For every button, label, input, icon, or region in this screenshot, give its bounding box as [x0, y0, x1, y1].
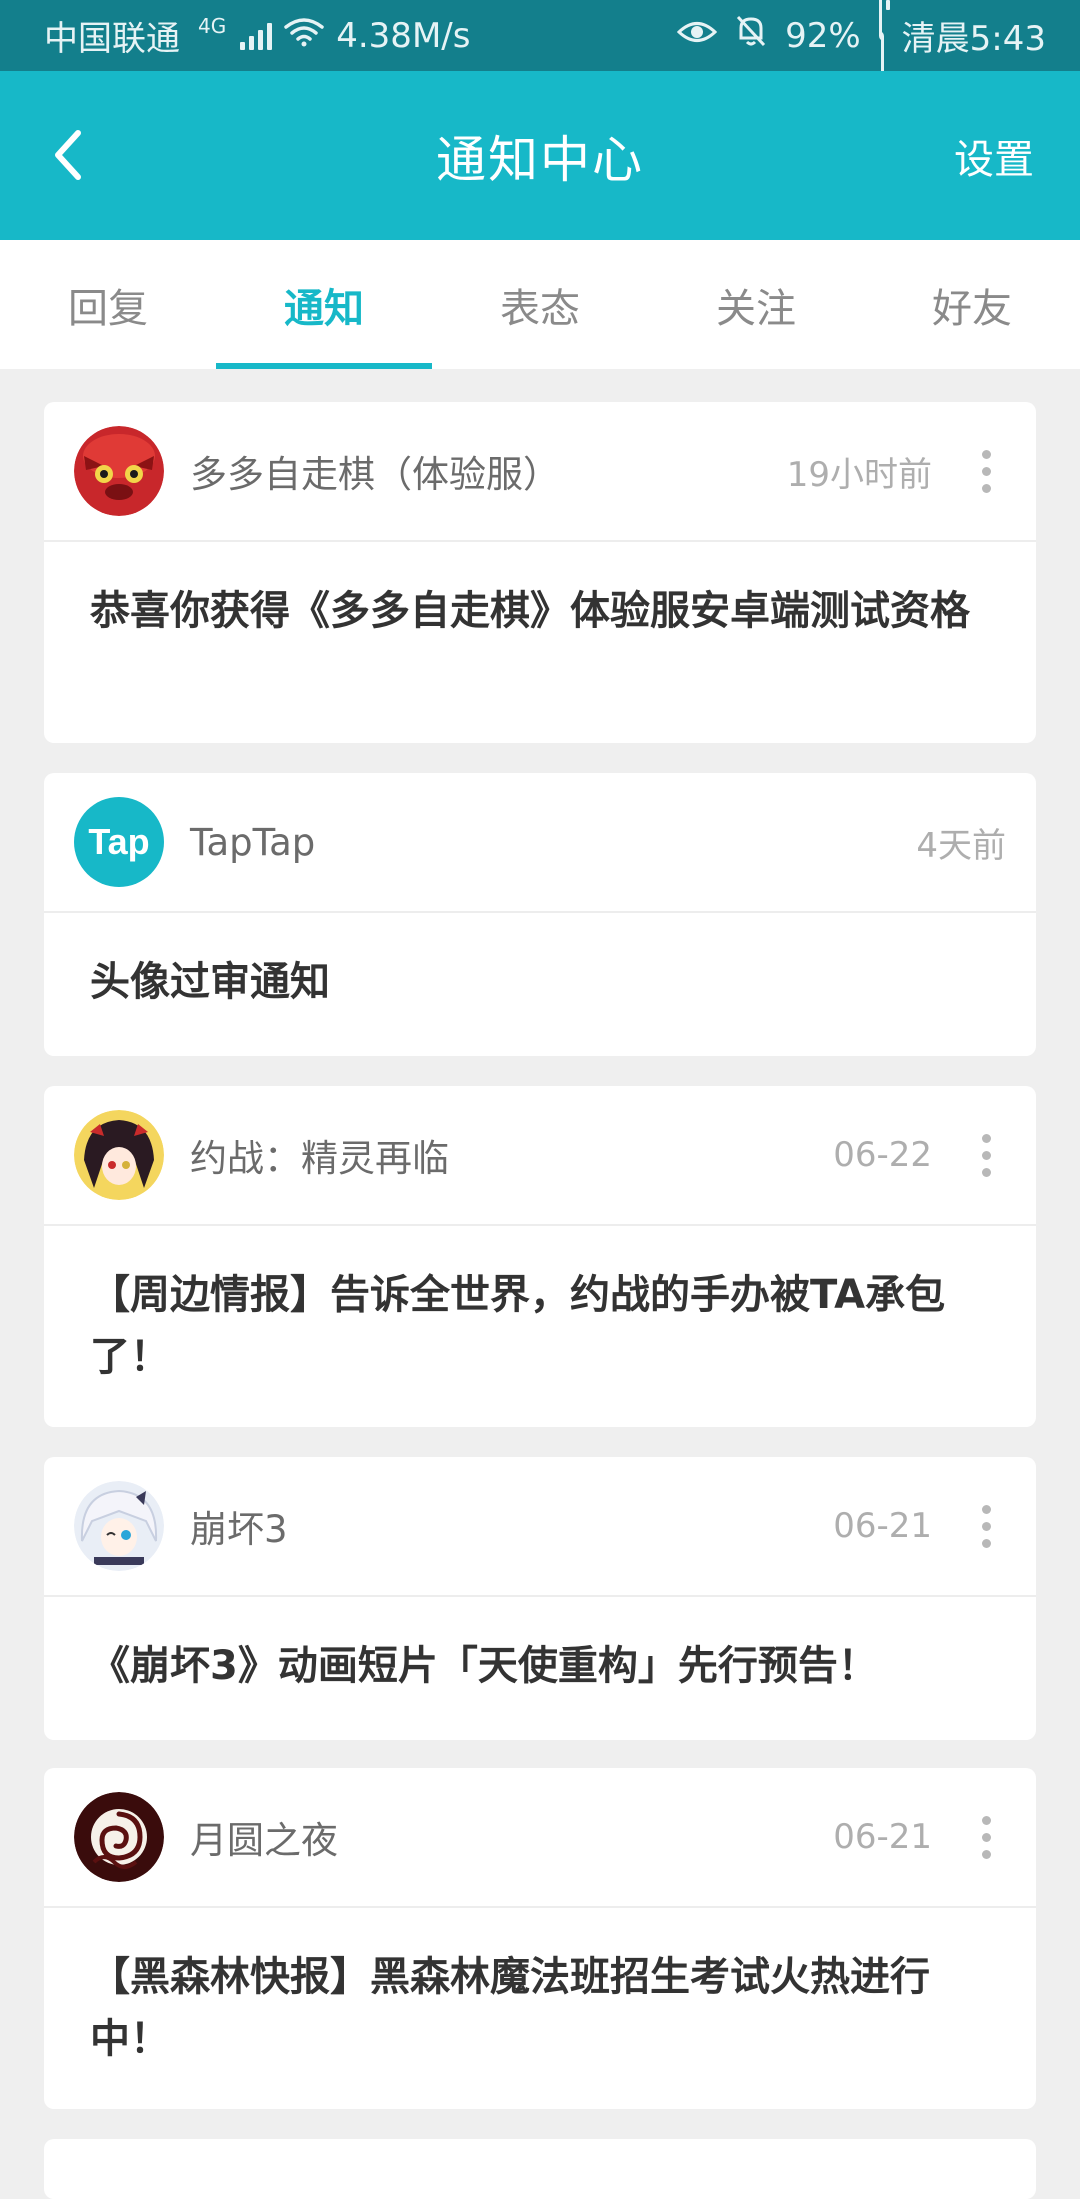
tab-friends[interactable]: 好友: [864, 240, 1080, 369]
network-type: 4G: [198, 13, 227, 38]
notification-message: 恭喜你获得《多多自走棋》体验服安卓端测试资格: [90, 588, 970, 634]
notification-card[interactable]: 月圆之夜 06-21 【黑森林快报】黑森林魔法班招生考试火热进行中！: [44, 1768, 1036, 2109]
more-vertical-icon: [981, 1815, 991, 1825]
notification-message: 《崩坏3》动画短片「天使重构」先行预告！: [90, 1643, 878, 1689]
carrier-label: 中国联通: [44, 19, 180, 59]
notification-card[interactable]: 多多自走棋（体验服） 19小时前 恭喜你获得《多多自走棋》体验服安卓端测试资格: [44, 402, 1036, 743]
more-vertical-icon: [981, 449, 991, 459]
notification-time: 06-22: [833, 1135, 932, 1175]
settings-button[interactable]: 设置: [954, 71, 1034, 240]
notification-time: 19小时前: [786, 454, 932, 495]
status-bar: 中国联通 4G 4.38M/s 92% 清晨5:43: [0, 0, 1080, 81]
bell-muted-icon: [735, 14, 767, 57]
more-options-button[interactable]: [966, 1125, 1006, 1185]
page-title: 通知中心: [436, 130, 644, 189]
battery-percent: 92%: [785, 15, 861, 56]
wifi-icon: [284, 16, 324, 56]
clock: 清晨5:43: [901, 19, 1046, 59]
more-options-button[interactable]: [966, 1807, 1006, 1867]
notification-time: 4天前: [916, 825, 1006, 866]
more-options-button[interactable]: [966, 1496, 1006, 1556]
tab-notice[interactable]: 通知: [216, 240, 432, 369]
more-options-button[interactable]: [966, 441, 1006, 501]
app-header: 通知中心 设置: [0, 71, 1080, 240]
notification-card[interactable]: [44, 2139, 1036, 2199]
notification-source: 崩坏3: [190, 1508, 288, 1551]
taptap-logo-avatar[interactable]: Tap: [74, 797, 164, 887]
more-vertical-icon: [981, 1133, 991, 1143]
notification-card[interactable]: 崩坏3 06-21 《崩坏3》动画短片「天使重构」先行预告！: [44, 1457, 1036, 1740]
tab-follow[interactable]: 关注: [648, 240, 864, 369]
eye-icon: [676, 16, 718, 56]
notification-source: TapTap: [190, 820, 316, 864]
signal-icon: [240, 22, 273, 50]
notification-message: 头像过审通知: [90, 959, 330, 1005]
notification-source: 多多自走棋（体验服）: [190, 453, 560, 496]
battery-icon: [878, 0, 884, 81]
notification-time: 06-21: [833, 1817, 932, 1857]
anime-girl-avatar[interactable]: [74, 1481, 164, 1571]
notification-source: 约战：精灵再临: [190, 1137, 449, 1180]
tab-bar: 回复 通知 表态 关注 好友: [0, 240, 1080, 369]
moon-swirl-avatar[interactable]: [74, 1792, 164, 1882]
more-vertical-icon: [981, 1504, 991, 1514]
notification-message: 【周边情报】告诉全世界，约战的手办被TA承包了！: [90, 1272, 946, 1380]
red-creature-avatar[interactable]: [74, 426, 164, 516]
notification-source: 月圆之夜: [190, 1819, 338, 1862]
notification-time: 06-21: [833, 1506, 932, 1546]
notification-card[interactable]: Tap TapTap 4天前 头像过审通知: [44, 773, 1036, 1056]
tab-reply[interactable]: 回复: [0, 240, 216, 369]
network-speed: 4.38M/s: [336, 15, 471, 56]
tab-reaction[interactable]: 表态: [432, 240, 648, 369]
notification-message: 【黑森林快报】黑森林魔法班招生考试火热进行中！: [90, 1954, 930, 2062]
taptap-logo-text: Tap: [88, 821, 150, 862]
notification-card[interactable]: 约战：精灵再临 06-22 【周边情报】告诉全世界，约战的手办被TA承包了！: [44, 1086, 1036, 1427]
anime-girl-avatar[interactable]: [74, 1110, 164, 1200]
